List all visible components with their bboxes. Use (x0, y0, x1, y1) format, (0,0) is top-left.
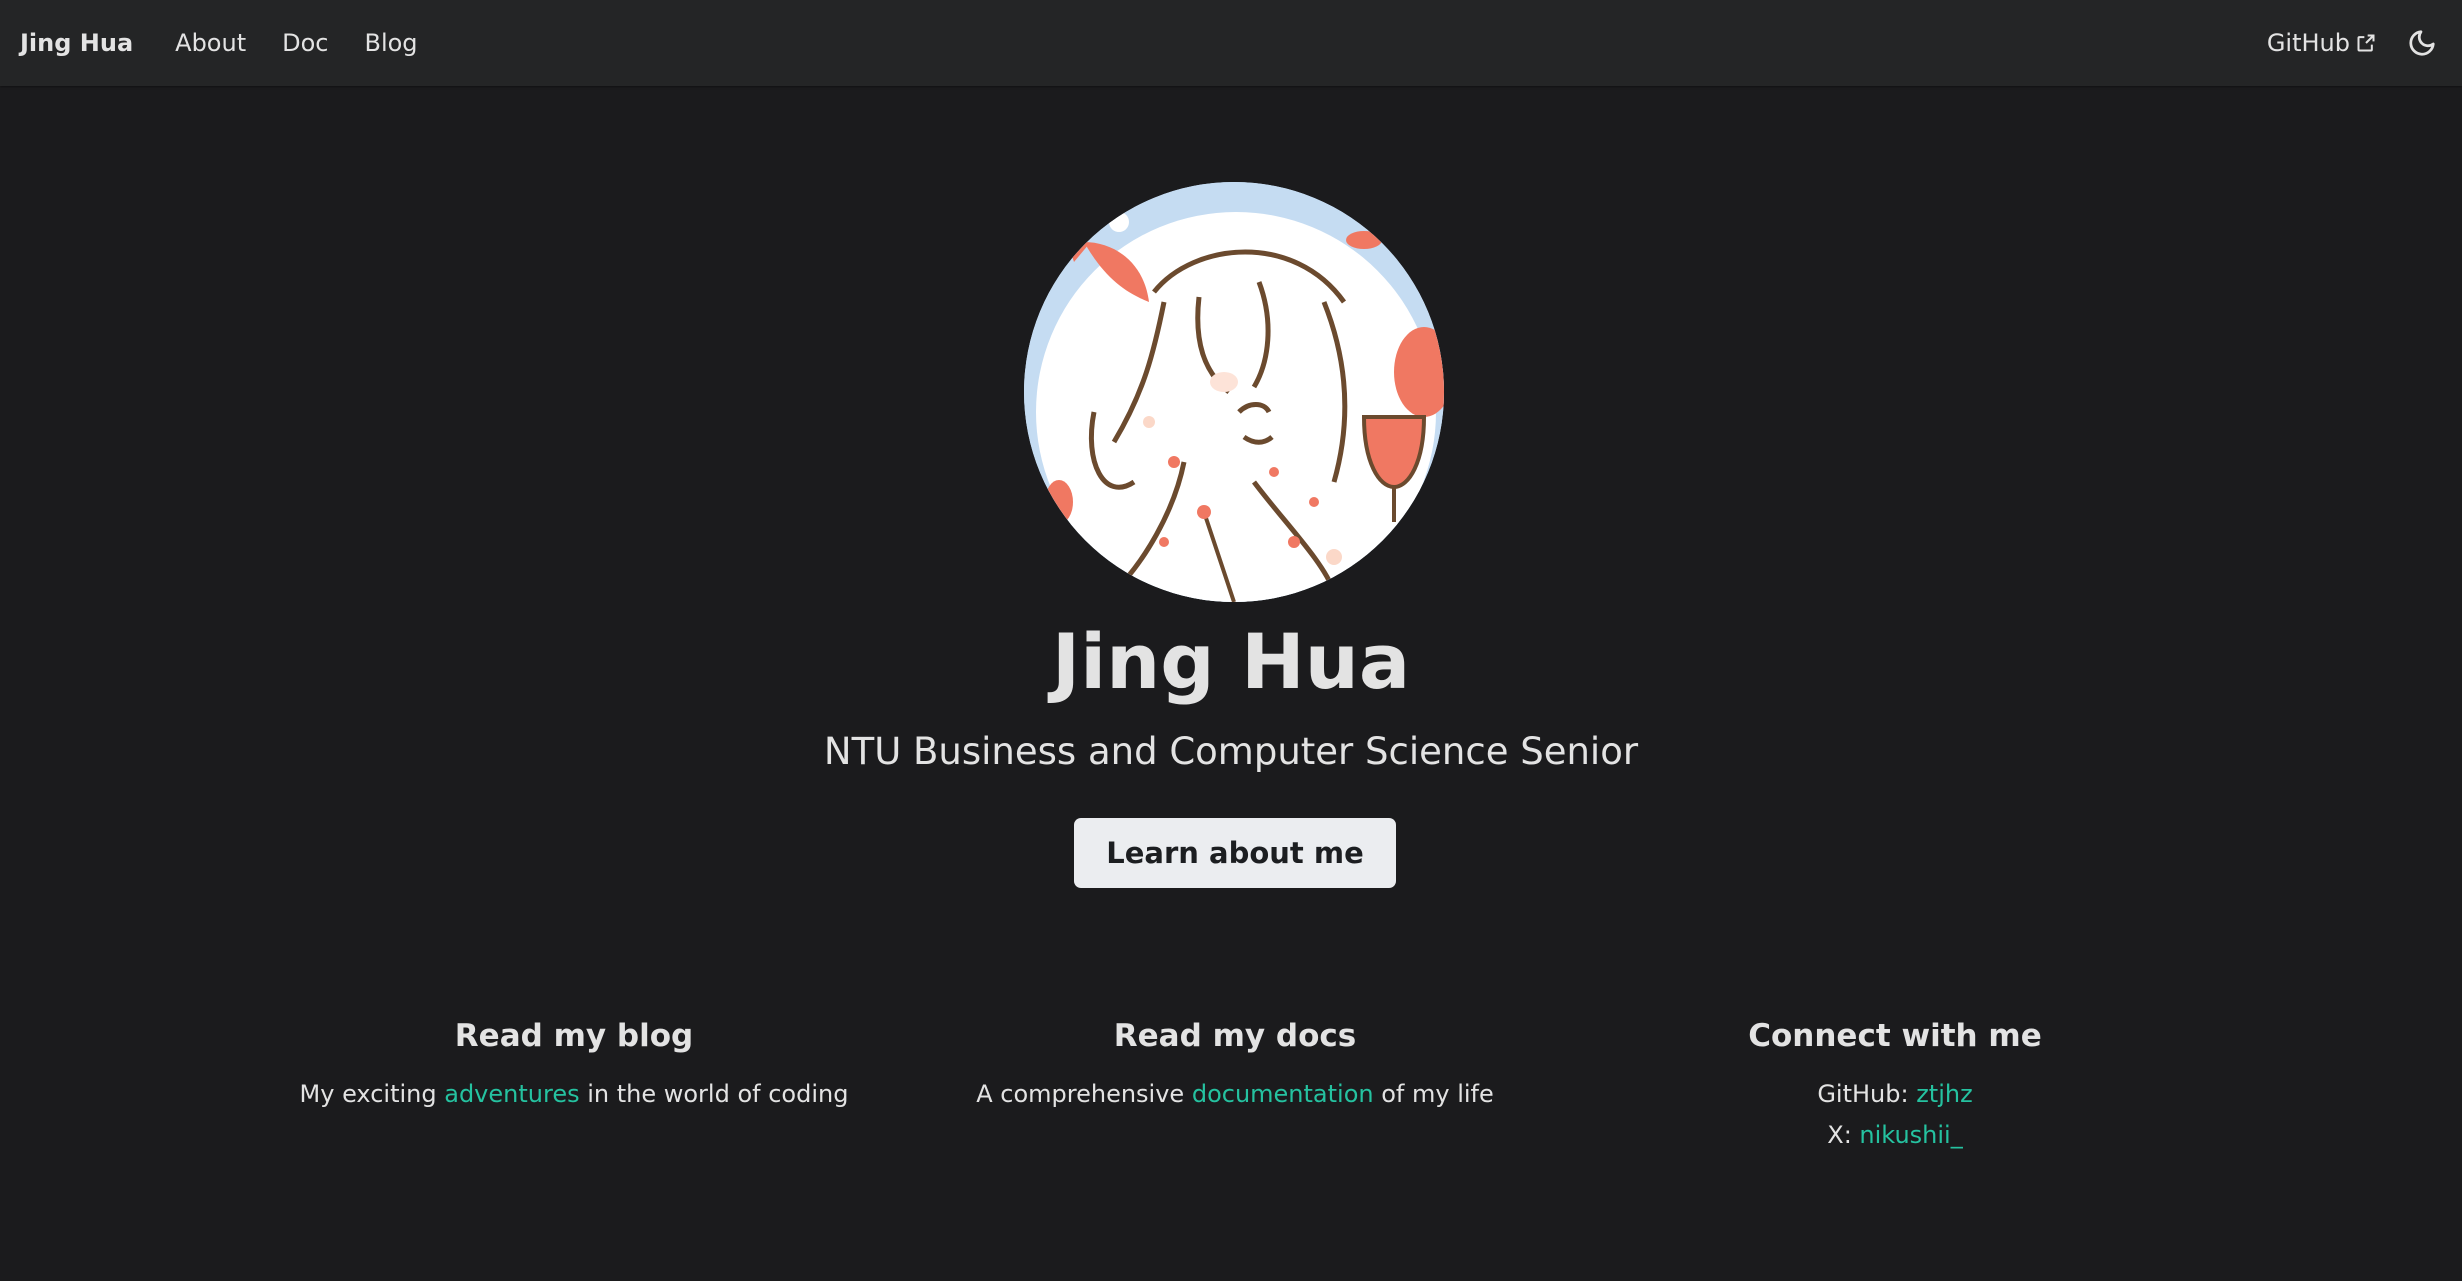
feature-docs-text-after: of my life (1373, 1080, 1494, 1108)
documentation-link[interactable]: documentation (1192, 1080, 1374, 1108)
feature-docs: Read my docs A comprehensive documentati… (885, 1018, 1585, 1115)
feature-docs-text-before: A comprehensive (976, 1080, 1192, 1108)
nav-link-about[interactable]: About (175, 29, 246, 57)
feature-blog-title: Read my blog (454, 1018, 694, 1054)
github-social-link[interactable]: ztjhz (1916, 1080, 1972, 1108)
external-link-icon (2357, 34, 2375, 52)
brand-link[interactable]: Jing Hua (20, 29, 133, 57)
adventures-link[interactable]: adventures (444, 1080, 579, 1108)
x-social-link[interactable]: nikushii_ (1859, 1121, 1962, 1149)
avatar-illustration (1024, 182, 1444, 602)
github-nav-link[interactable]: GitHub (2267, 29, 2376, 57)
hero-subtitle: NTU Business and Computer Science Senior (823, 730, 1639, 773)
feature-docs-text: A comprehensive documentation of my life (885, 1074, 1585, 1115)
feature-docs-title: Read my docs (1113, 1018, 1357, 1054)
github-social-label: GitHub: (1817, 1080, 1917, 1108)
x-social-label: X: (1827, 1121, 1860, 1149)
hero-title: Jing Hua (1051, 617, 1411, 706)
feature-blog-text-before: My exciting (299, 1080, 445, 1108)
nav-link-doc[interactable]: Doc (282, 29, 328, 57)
learn-about-me-button[interactable]: Learn about me (1074, 818, 1396, 888)
theme-toggle-button[interactable] (2402, 23, 2442, 63)
feature-blog-text: My exciting adventures in the world of c… (224, 1074, 924, 1115)
feature-blog: Read my blog My exciting adventures in t… (224, 1018, 924, 1115)
feature-connect-title: Connect with me (1748, 1018, 2042, 1054)
github-nav-label: GitHub (2266, 29, 2350, 57)
feature-connect: Connect with me GitHub: ztjhz X: nikushi… (1545, 1018, 2245, 1156)
avatar (1024, 182, 1444, 602)
navbar: Jing Hua About Doc Blog GitHub (0, 0, 2462, 86)
nav-link-blog[interactable]: Blog (364, 29, 417, 57)
moon-icon (2409, 30, 2435, 56)
feature-connect-text: GitHub: ztjhz X: nikushii_ (1545, 1074, 2245, 1156)
navbar-right: GitHub (2267, 23, 2442, 63)
feature-blog-text-after: in the world of coding (579, 1080, 849, 1108)
